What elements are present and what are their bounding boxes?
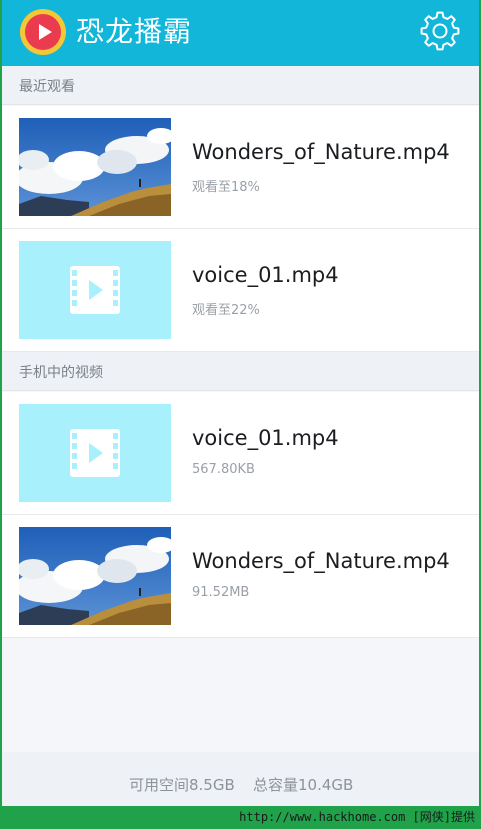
available-space: 可用空间8.5GB [129,776,235,794]
storage-footer: 可用空间8.5GB 总容量10.4GB [2,752,479,806]
video-thumbnail [19,118,171,216]
video-title: Wonders_of_Nature.mp4 [192,549,450,573]
video-thumbnail [19,404,171,502]
gear-icon[interactable] [420,11,460,51]
video-thumbnail [19,527,171,625]
video-thumbnail [19,241,171,339]
video-list-item[interactable]: Wonders_of_Nature.mp4 观看至18% [2,106,479,229]
watch-progress: 观看至18% [192,180,260,195]
section-header-label: 手机中的视频 [19,365,103,381]
video-list-item[interactable]: voice_01.mp4 观看至22% [2,229,479,352]
video-title: voice_01.mp4 [192,263,339,287]
app-screen: 恐龙播霸 最近观看 Wonders_of_Nature.mp4 观看至18% v… [2,0,479,806]
file-size: 91.52MB [192,585,250,600]
total-capacity: 总容量10.4GB [253,776,354,794]
video-title: voice_01.mp4 [192,426,339,450]
play-logo-icon [20,9,66,55]
video-title: Wonders_of_Nature.mp4 [192,140,450,164]
film-play-icon [70,266,120,314]
watch-progress: 观看至22% [192,303,260,318]
film-play-icon [70,429,120,477]
section-header-label: 最近观看 [19,79,75,95]
section-header-phone-videos: 手机中的视频 [2,352,479,391]
watermark-credit: http://www.hackhome.com [网侠]提供 [239,810,475,824]
section-header-recent: 最近观看 [2,66,479,105]
video-list-item[interactable]: Wonders_of_Nature.mp4 91.52MB [2,515,479,638]
app-title: 恐龙播霸 [76,15,193,48]
video-list-item[interactable]: voice_01.mp4 567.80KB [2,392,479,515]
app-bar: 恐龙播霸 [2,0,479,66]
file-size: 567.80KB [192,462,255,477]
